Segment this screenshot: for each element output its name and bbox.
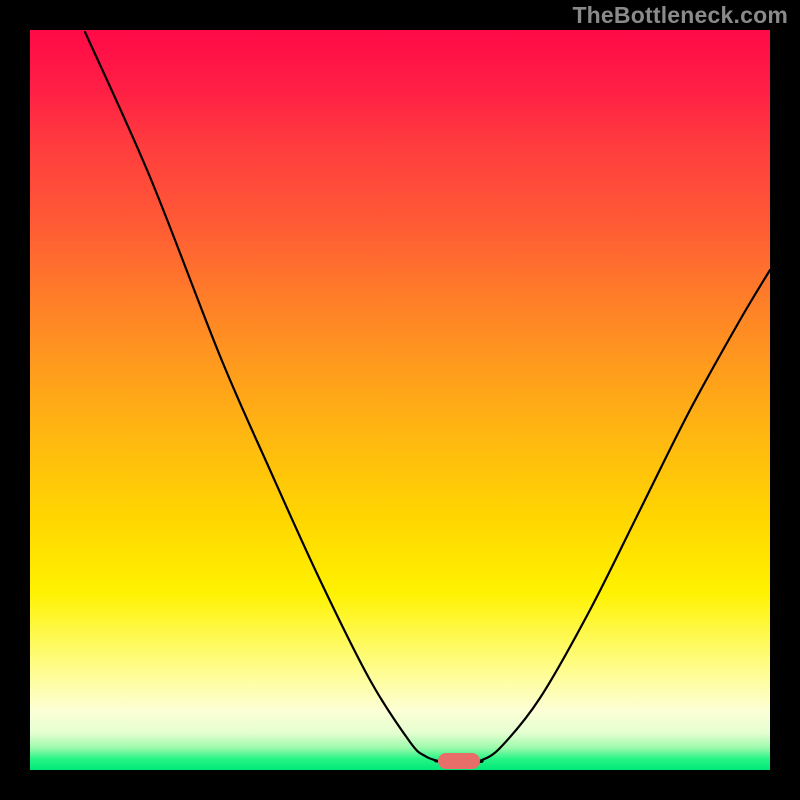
watermark-text: TheBottleneck.com xyxy=(572,2,788,29)
bottleneck-curve xyxy=(30,30,770,770)
plot-area xyxy=(30,30,770,770)
optimum-marker xyxy=(438,753,480,769)
curve-path xyxy=(85,32,770,762)
chart-frame: TheBottleneck.com xyxy=(0,0,800,800)
